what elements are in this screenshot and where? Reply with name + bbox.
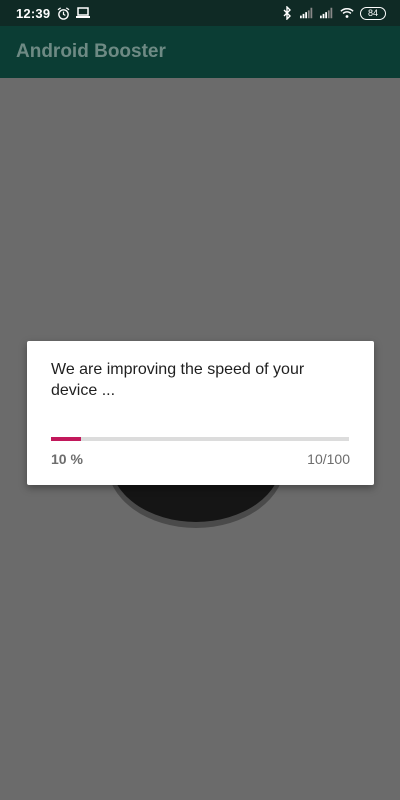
- status-bar: 12:39 84: [0, 0, 400, 26]
- progress-dialog: We are improving the speed of your devic…: [27, 341, 374, 485]
- bluetooth-icon: [280, 6, 294, 20]
- signal-icon: [320, 6, 334, 20]
- progress-fill: [51, 437, 81, 441]
- app-title: Android Booster: [16, 41, 166, 62]
- battery-level: 84: [360, 6, 386, 20]
- app-bar: Android Booster: [0, 26, 400, 78]
- wifi-icon: [340, 6, 354, 20]
- signal-icon: [300, 6, 314, 20]
- laptop-icon: [76, 6, 91, 20]
- progress-count: 10/100: [307, 451, 350, 467]
- status-left: 12:39: [16, 5, 91, 21]
- dialog-message: We are improving the speed of your devic…: [51, 361, 305, 399]
- status-right: 84: [280, 6, 386, 20]
- progress-bar: [51, 437, 349, 441]
- progress-percent: 10 %: [51, 451, 83, 467]
- alarm-icon: [56, 6, 70, 20]
- status-time: 12:39: [16, 5, 51, 21]
